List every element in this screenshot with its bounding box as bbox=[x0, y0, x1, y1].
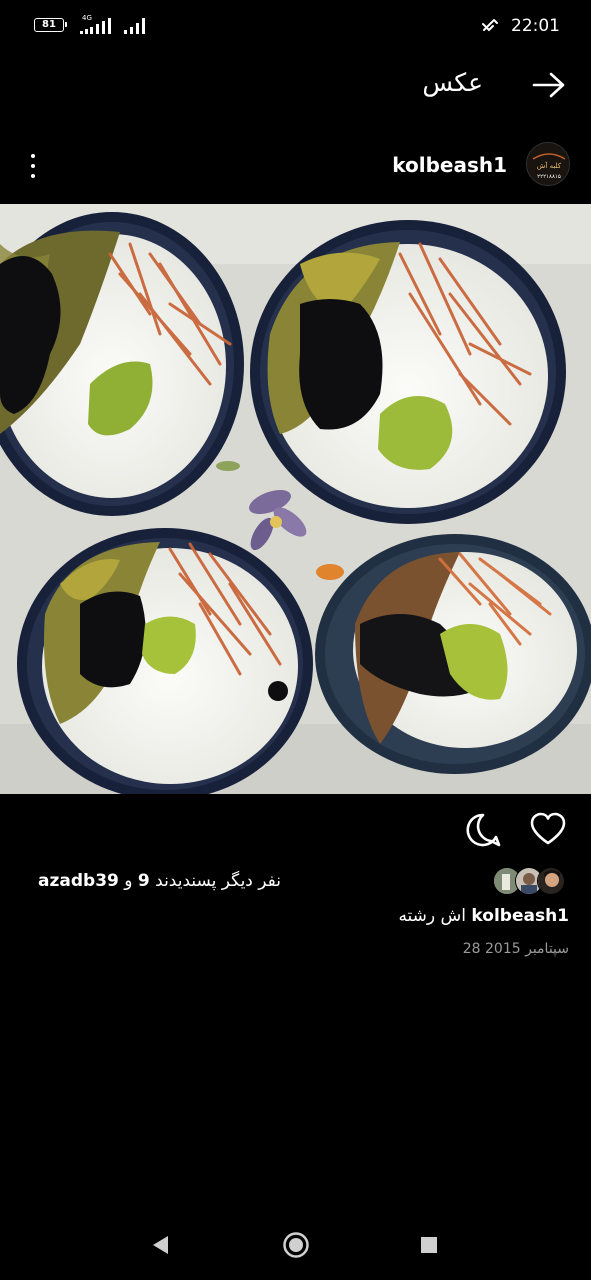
heart-icon[interactable] bbox=[529, 812, 567, 846]
clock: 22:01 bbox=[511, 16, 560, 36]
likes-row: azadb39 نفر دیگر پسندیدند 9 و bbox=[0, 866, 591, 896]
likes-prefix: و bbox=[124, 871, 133, 891]
battery-level: 81 bbox=[42, 19, 56, 30]
post-username[interactable]: kolbeash1 bbox=[392, 152, 507, 178]
system-nav-bar bbox=[0, 1212, 591, 1280]
nav-back-icon[interactable] bbox=[150, 1234, 170, 1256]
nav-home-icon[interactable] bbox=[282, 1231, 310, 1259]
battery-icon: 81 bbox=[34, 18, 67, 32]
post-date: 28 سپتامبر 2015 bbox=[462, 941, 569, 957]
bowl-3 bbox=[17, 528, 313, 794]
likes-suffix: نفر دیگر پسندیدند bbox=[155, 871, 281, 891]
bowl-2 bbox=[250, 220, 566, 524]
comment-icon[interactable] bbox=[465, 812, 501, 848]
likes-count: 9 bbox=[137, 871, 150, 891]
liker-avatars[interactable] bbox=[493, 867, 567, 895]
caption-text: اش رشته bbox=[398, 906, 467, 926]
avatar-brand-text: کلبه آش bbox=[537, 161, 562, 170]
kebab-menu-icon[interactable] bbox=[22, 150, 44, 182]
arrow-right-icon[interactable] bbox=[531, 71, 567, 99]
signal-icon-1 bbox=[80, 18, 120, 34]
avatar[interactable]: کلبه آش ۲۲۲۱۸۸۱۵ bbox=[526, 142, 570, 186]
post-actions bbox=[0, 806, 591, 854]
signal-icon-2 bbox=[124, 18, 150, 34]
status-bar: 81 4G 22:01 bbox=[0, 0, 591, 52]
likes-user[interactable]: azadb39 bbox=[38, 871, 119, 891]
avatar-phone-text: ۲۲۲۱۸۸۱۵ bbox=[537, 174, 561, 180]
top-app-bar: عکس bbox=[0, 52, 591, 116]
alarm-bell-icon bbox=[482, 19, 498, 32]
post-photo[interactable] bbox=[0, 204, 591, 794]
caption-user[interactable]: kolbeash1 bbox=[471, 906, 569, 926]
post-header: kolbeash1 کلبه آش ۲۲۲۱۸۸۱۵ bbox=[0, 136, 591, 196]
photo-illustration bbox=[0, 204, 591, 794]
page-title: عکس bbox=[422, 68, 483, 97]
nav-recents-icon[interactable] bbox=[420, 1236, 438, 1254]
liker-avatar-3 bbox=[537, 867, 565, 895]
post-caption: اش رشته kolbeash1 bbox=[398, 904, 569, 928]
bowl-4 bbox=[315, 534, 591, 774]
likes-summary[interactable]: azadb39 نفر دیگر پسندیدند 9 و bbox=[38, 870, 281, 892]
